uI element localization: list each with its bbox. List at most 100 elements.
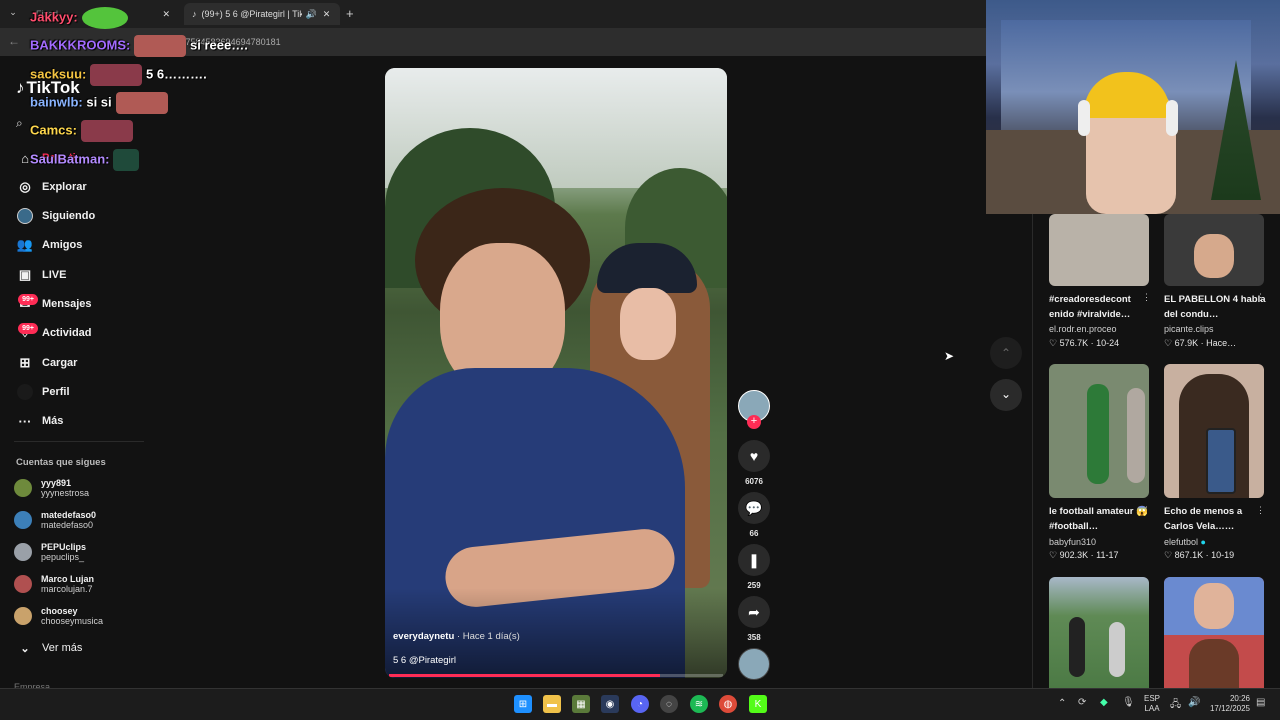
recommended-user[interactable]: picante.clips (1164, 324, 1214, 334)
sidebar-item-label: Perfil (42, 386, 70, 398)
headphones-icon (1166, 100, 1178, 136)
sidebar-item-siguiendo[interactable]: Siguiendo (14, 206, 95, 226)
recommended-user-verified[interactable]: elefutbol ● (1164, 537, 1206, 547)
like-button[interactable]: ♥ (738, 440, 770, 472)
chat-user: Camcs: (30, 122, 77, 138)
account-name: yyy891 (41, 478, 72, 488)
browser-tab-bar: ⌄ Fixed ✕ ♪ (99+) 5 6 @Pirategirl | TikT… (0, 0, 990, 28)
tray-expand-icon[interactable]: ⌃ (1058, 698, 1066, 709)
recommended-likes: 67.9K (1174, 338, 1199, 348)
account-handle: yyynestrosa (41, 488, 90, 498)
compass-icon: ◎ (19, 179, 31, 194)
chat-user: sacksuu: (30, 66, 87, 82)
previous-video-button[interactable]: ⌃ (990, 337, 1022, 369)
sidebar-item-live[interactable]: ▣ LIVE (14, 265, 67, 285)
recommended-video-thumbnail[interactable] (1049, 577, 1149, 688)
tab-close-icon[interactable]: ✕ (162, 9, 170, 20)
recommended-title[interactable]: Echo de menos a Carlos Vela…… (1164, 504, 1269, 534)
new-tab-button[interactable]: + (346, 6, 354, 21)
search-icon[interactable]: ⌕ (16, 116, 23, 131)
chrome-icon[interactable]: ◍ (719, 695, 737, 713)
tab-list-icon[interactable]: ⌄ (6, 7, 20, 21)
clock-time: 20:26 (1229, 694, 1250, 703)
sidebar-item-label: Explorar (42, 181, 87, 193)
comment-count: 66 (749, 529, 759, 538)
next-video-button[interactable]: ⌄ (990, 379, 1022, 411)
sidebar-item-explorar[interactable]: ◎ Explorar (14, 177, 87, 197)
video-player[interactable]: everydaynetu · Hace 1 día(s) 5 6 @Pirate… (385, 68, 727, 678)
chat-text: 5 6………. (146, 66, 207, 82)
recommended-video-thumbnail[interactable] (1049, 364, 1149, 498)
emote-icon (81, 7, 128, 29)
tab-2-label: (99+) 5 6 @Pirategirl | TikTok (201, 9, 302, 19)
recommended-video-thumbnail[interactable] (1164, 364, 1264, 498)
following-account-5[interactable]: choosey chooseymusica (14, 606, 103, 626)
notifications-icon[interactable]: ▤ (1256, 697, 1265, 708)
discord-icon[interactable]: ◔ (631, 695, 649, 713)
recommended-date: 10-24 (1096, 338, 1120, 348)
recommended-likes: 867.1K (1174, 550, 1204, 560)
comment-button[interactable]: 💬 (738, 492, 770, 524)
see-more-button[interactable]: ⌄ Ver más (14, 638, 82, 658)
spotify-icon[interactable]: ≋ (690, 695, 708, 713)
share-icon: ➦ (748, 603, 760, 620)
sync-icon[interactable]: ⟳ (1078, 697, 1086, 708)
thumbnail-person (1069, 617, 1085, 677)
recommended-title[interactable]: #creadoresdecont enido #viralvide… (1049, 292, 1154, 322)
speaker-icon[interactable]: 🔊 (306, 9, 317, 20)
tiktok-note-icon: ♪ (16, 78, 25, 97)
back-icon[interactable]: ← (8, 34, 20, 48)
minecraft-icon[interactable]: ▦ (572, 695, 590, 713)
thumbnail-person (1087, 384, 1109, 484)
chat-user: BAKKKROOMS: (30, 37, 131, 53)
following-account-4[interactable]: Marco Lujan marcolujan.7 (14, 574, 94, 594)
sidebar-item-perfil[interactable]: Perfil (14, 382, 70, 402)
follow-plus-icon[interactable]: + (747, 415, 761, 429)
thumbnail-face (1189, 639, 1239, 688)
sidebar-item-cargar[interactable]: ⊞ Cargar (14, 353, 78, 373)
chevron-down-icon: ⌄ (1000, 387, 1012, 401)
file-explorer-icon[interactable]: ▬ (543, 695, 561, 713)
microphone-icon[interactable]: 🎙 (1122, 697, 1135, 708)
recommended-likes: 902.3K (1059, 550, 1089, 560)
headphones-icon (1078, 100, 1090, 136)
recommended-video-thumbnail[interactable] (1049, 214, 1149, 286)
clock[interactable]: 20:26 17/12/2025 (1208, 694, 1250, 714)
sidebar-item-mas[interactable]: ··· Más (14, 411, 64, 431)
steam-icon[interactable]: ◉ (601, 695, 619, 713)
chat-user: SaulBatman: (30, 151, 110, 167)
following-account-3[interactable]: PEPUclips pepuclips_ (14, 542, 86, 562)
chat-message: SaulBatman: (30, 149, 140, 171)
following-account-1[interactable]: yyy891 yyynestrosa (14, 478, 89, 498)
tab-2[interactable]: ♪ (99+) 5 6 @Pirategirl | TikTok 🔊 ✕ (184, 3, 340, 25)
recommended-title[interactable]: le football amateur 😱 #football… (1049, 504, 1154, 534)
volume-icon[interactable]: 🔊 (1188, 697, 1200, 708)
thumbnail-person (1127, 388, 1145, 483)
video-author[interactable]: everydaynetu (393, 631, 454, 642)
recommended-stats: ♡ 67.9K · Hace… (1164, 338, 1237, 348)
video-caption: 5 6 @Pirategirl (393, 655, 456, 666)
sidebar-item-amigos[interactable]: 👥 Amigos (14, 235, 82, 255)
thumbnail-phone (1206, 428, 1236, 494)
save-button[interactable]: ❚ (738, 544, 770, 576)
recommended-user[interactable]: el.rodr.en.proceo (1049, 324, 1117, 334)
recommended-title[interactable]: EL PABELLON 4 habla del condu… (1164, 292, 1269, 322)
following-account-2[interactable]: matedefaso0 matedefaso0 (14, 510, 96, 530)
start-menu-icon[interactable]: ⊞ (514, 695, 532, 713)
music-disc-icon[interactable] (738, 648, 770, 680)
tab-close-icon[interactable]: ✕ (323, 9, 331, 20)
obs-icon[interactable]: ◌ (660, 695, 678, 713)
language-indicator[interactable]: ESP LAA (1144, 694, 1160, 714)
security-icon[interactable]: ◆ (1100, 697, 1108, 708)
thumbnail-face (1194, 234, 1234, 278)
recommended-user[interactable]: babyfun310 (1049, 537, 1096, 547)
share-button[interactable]: ➦ (738, 596, 770, 628)
network-icon[interactable]: 🖧 (1170, 697, 1181, 714)
recommended-video-thumbnail[interactable] (1164, 577, 1264, 688)
emote-icon (113, 149, 140, 171)
kick-icon[interactable]: K (749, 695, 767, 713)
recommended-video-thumbnail[interactable] (1164, 214, 1264, 286)
video-progress-track[interactable] (389, 674, 723, 677)
account-name: Marco Lujan (41, 574, 95, 584)
comment-icon: 💬 (745, 499, 763, 516)
